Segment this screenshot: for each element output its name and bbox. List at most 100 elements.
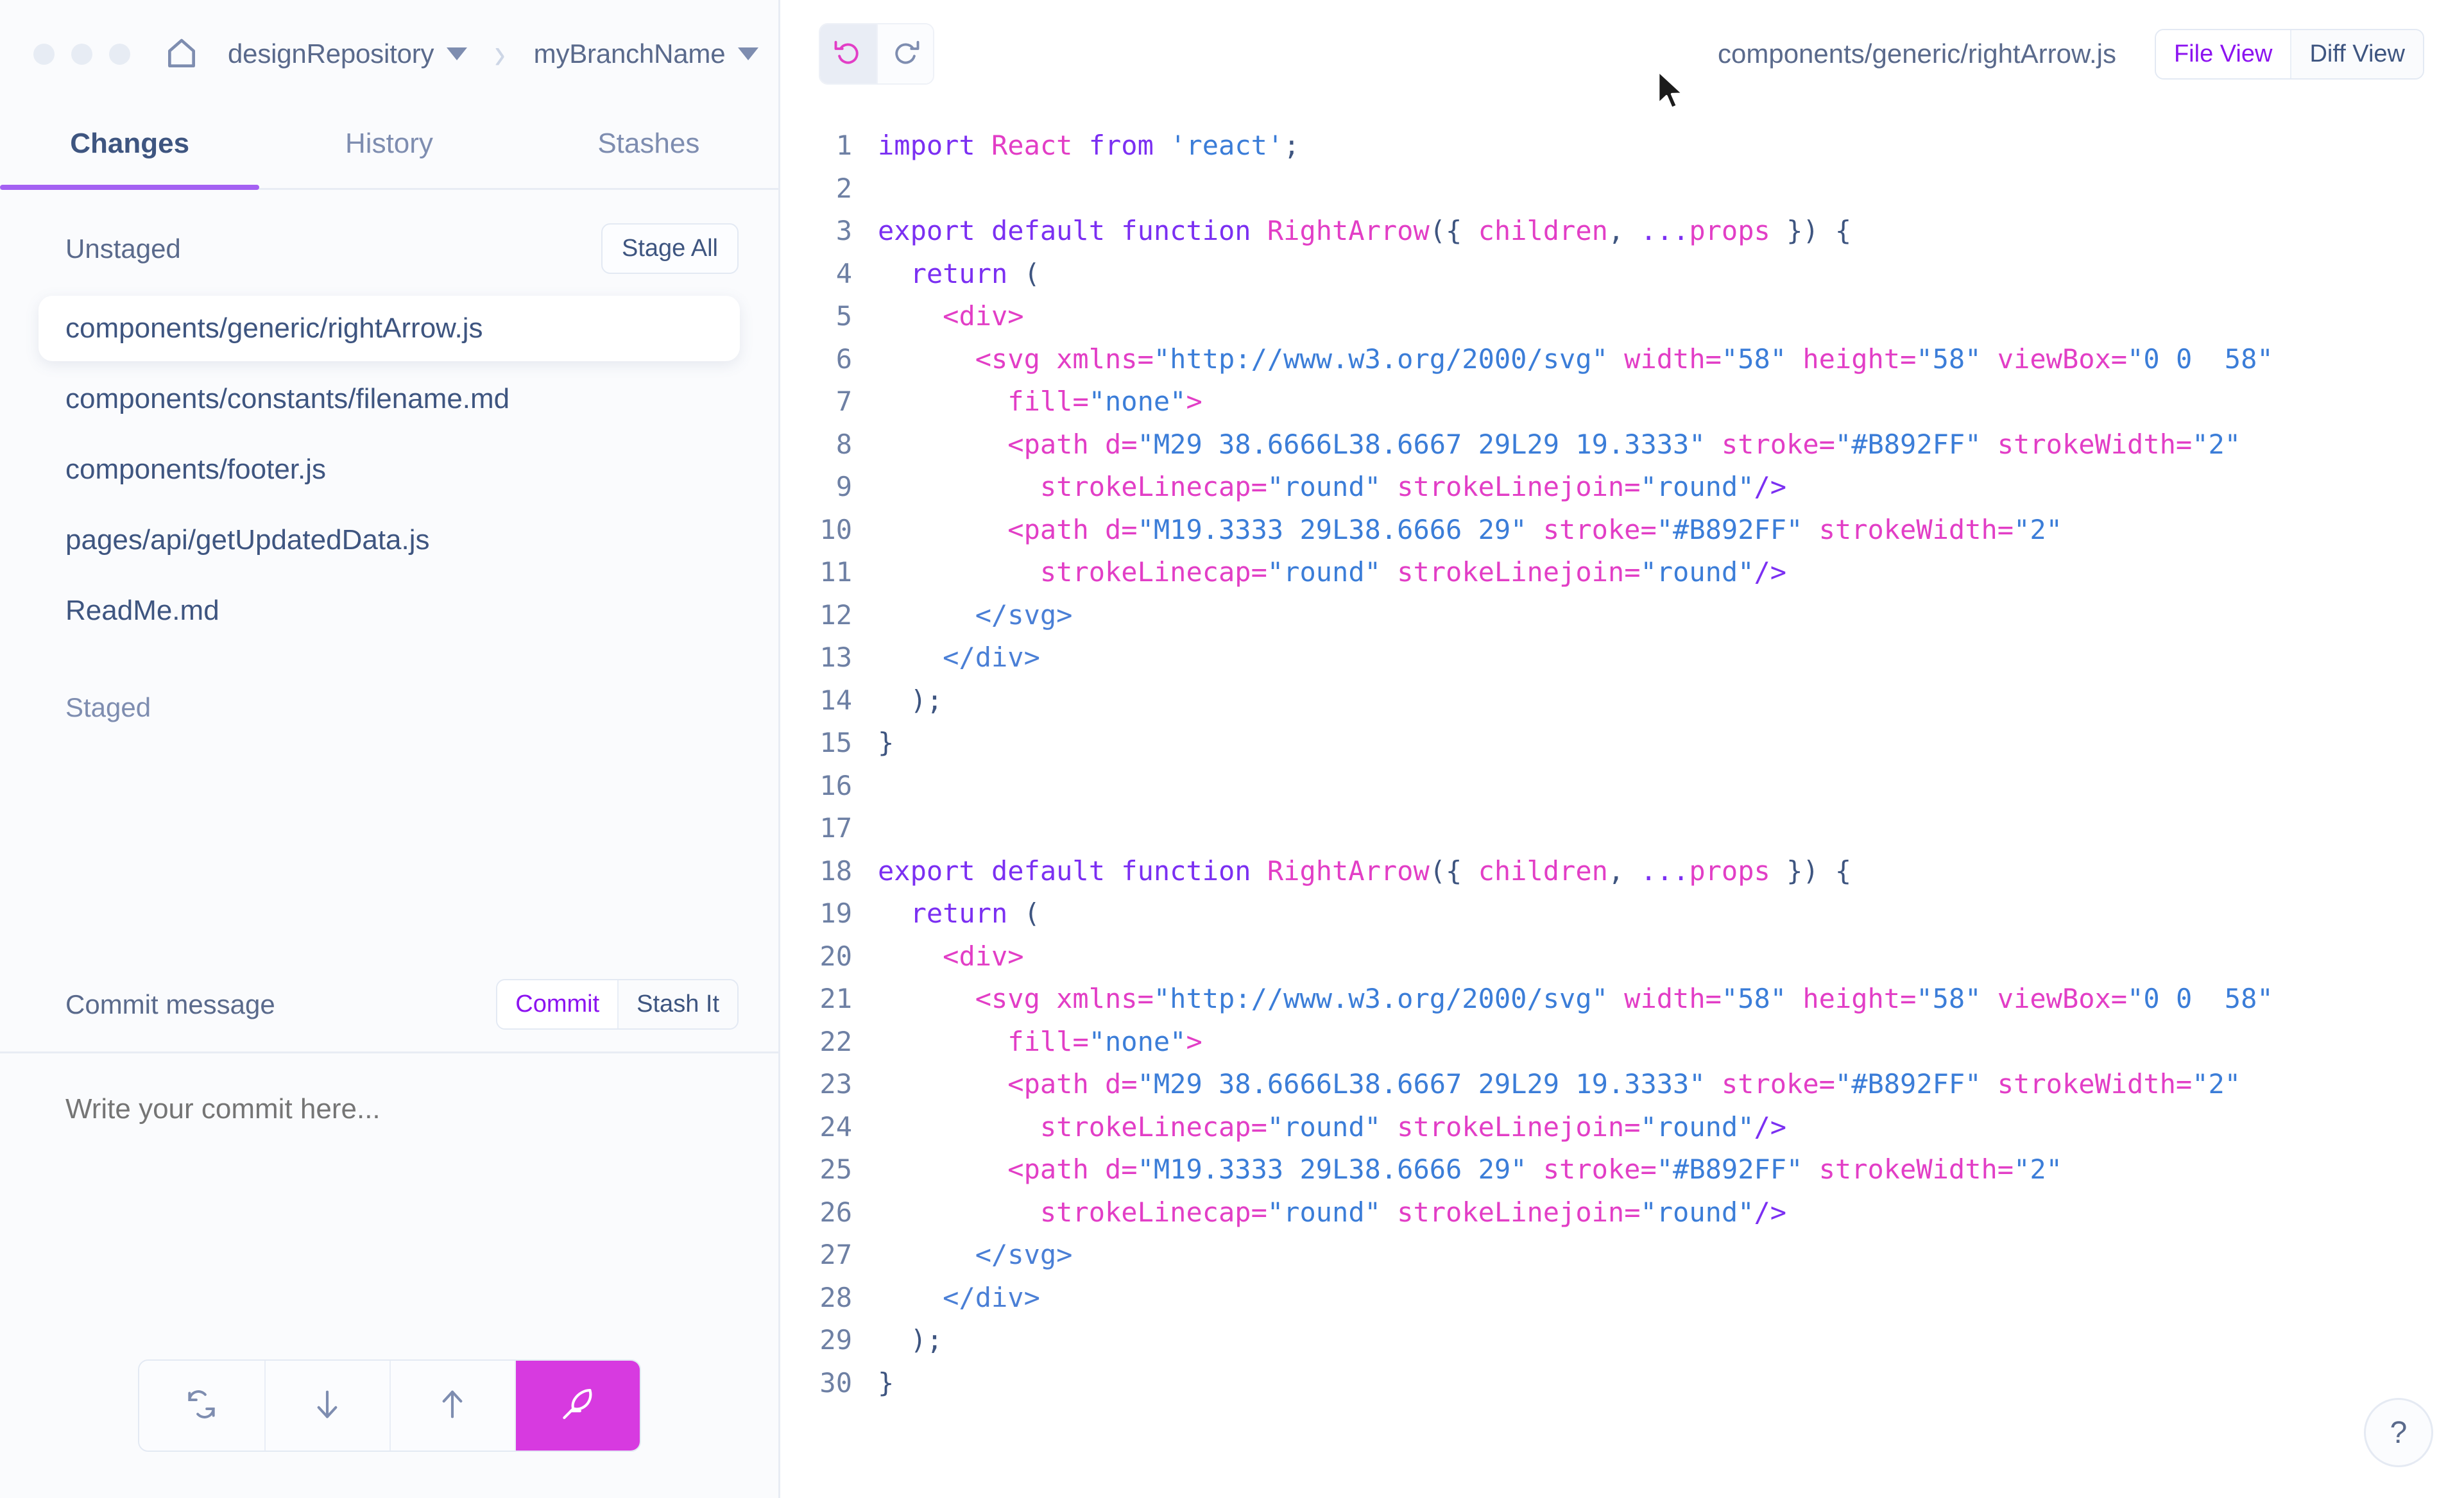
file-path-label: components/footer.js xyxy=(65,454,327,485)
code-token: strokeWidth= xyxy=(1981,428,2193,460)
push-button[interactable] xyxy=(389,1361,515,1451)
line-number: 5 xyxy=(835,300,852,332)
file-path-label: components/generic/rightArrow.js xyxy=(65,312,483,344)
code-toolbar: components/generic/rightArrow.js File Vi… xyxy=(780,0,2464,108)
commit-message-input[interactable] xyxy=(65,1093,643,1125)
title-bar: designRepository › myBranchName xyxy=(0,0,778,108)
line-number: 15 xyxy=(819,727,852,758)
sidebar-tabs: Changes History Stashes xyxy=(0,108,778,190)
undo-redo-group xyxy=(819,23,934,85)
code-line: 16 xyxy=(780,765,2464,808)
file-list-item[interactable]: components/constants/filename.md xyxy=(38,366,740,432)
code-token: "round" xyxy=(1267,556,1381,588)
code-token: "round" xyxy=(1640,1196,1754,1228)
file-list-item[interactable]: pages/api/getUpdatedData.js xyxy=(38,507,740,573)
stage-all-button[interactable]: Stage All xyxy=(601,223,739,274)
code-token: strokeWidth= xyxy=(1802,513,2014,545)
code-line: 15} xyxy=(780,722,2464,765)
commit-button[interactable]: Commit xyxy=(497,980,618,1028)
line-number: 10 xyxy=(819,513,852,545)
action-button-group xyxy=(137,1359,641,1452)
code-line-text: strokeLinecap="round" strokeLinejoin="ro… xyxy=(852,551,1786,594)
code-line-text: </div> xyxy=(852,636,1040,679)
code-line: 27 </svg> xyxy=(780,1234,2464,1277)
code-token: props xyxy=(1689,215,1770,246)
line-number: 22 xyxy=(819,1025,852,1057)
code-line: 30} xyxy=(780,1362,2464,1405)
commit-feather-button[interactable] xyxy=(514,1361,640,1451)
question-mark-icon: ? xyxy=(2390,1415,2408,1450)
code-token: "#B892FF" xyxy=(1835,428,1981,460)
code-token: width= xyxy=(1607,343,1722,375)
code-token: children xyxy=(1478,215,1608,246)
code-token: "M19.3333 29L38.6666 29" xyxy=(1137,513,1527,545)
redo-button[interactable] xyxy=(877,24,933,83)
code-token: strokeWidth= xyxy=(1981,1068,2193,1100)
code-token: > xyxy=(1186,386,1202,417)
file-list-item[interactable]: components/generic/rightArrow.js xyxy=(38,296,740,361)
close-dot[interactable] xyxy=(33,43,55,65)
file-view-button[interactable]: File View xyxy=(2155,30,2291,78)
help-button[interactable]: ? xyxy=(2364,1398,2433,1467)
undo-button[interactable] xyxy=(820,24,877,83)
file-list-item[interactable]: ReadMe.md xyxy=(38,578,740,643)
repository-selector[interactable]: designRepository xyxy=(228,38,468,69)
code-token: "0 0 58" xyxy=(2127,343,2273,375)
pull-button[interactable] xyxy=(264,1361,389,1451)
chevron-down-icon xyxy=(447,47,468,60)
code-line: 24 strokeLinecap="round" strokeLinejoin=… xyxy=(780,1106,2464,1149)
window-controls[interactable] xyxy=(33,43,130,65)
code-token: ... xyxy=(1640,215,1690,246)
code-token: "http://www.w3.org/2000/svg" xyxy=(1153,983,1608,1014)
code-token: <path d= xyxy=(1007,1153,1138,1185)
code-token: width= xyxy=(1607,983,1722,1014)
diff-view-button[interactable]: Diff View xyxy=(2290,30,2423,78)
code-token: import xyxy=(878,130,992,161)
code-token: /> xyxy=(1754,1196,1787,1228)
code-token: <div> xyxy=(943,940,1024,972)
commit-message-box xyxy=(0,1053,778,1125)
code-token: strokeLinecap= xyxy=(1040,556,1267,588)
maximize-dot[interactable] xyxy=(109,43,130,65)
line-number: 21 xyxy=(819,983,852,1014)
code-token: React xyxy=(991,130,1073,161)
code-token: "http://www.w3.org/2000/svg" xyxy=(1153,343,1608,375)
home-icon[interactable] xyxy=(164,36,200,72)
staged-title: Staged xyxy=(65,692,151,722)
code-line: 5 <div> xyxy=(780,295,2464,338)
code-token: RightArrow xyxy=(1267,215,1430,246)
redo-icon xyxy=(889,36,922,72)
tab-changes[interactable]: Changes xyxy=(0,108,260,190)
code-token: <svg xmlns= xyxy=(975,983,1154,1014)
minimize-dot[interactable] xyxy=(71,43,92,65)
code-token: strokeLinejoin= xyxy=(1380,1196,1641,1228)
code-token: "#B892FF" xyxy=(1656,513,1803,545)
code-line-text: strokeLinecap="round" strokeLinejoin="ro… xyxy=(852,466,1786,509)
code-editor[interactable]: 1 import React from 'react'; 2 3 export defa… xyxy=(780,108,2464,1498)
code-line: 13 </div> xyxy=(780,636,2464,679)
code-line: 21 <svg xmlns="http://www.w3.org/2000/sv… xyxy=(780,978,2464,1021)
branch-selector[interactable]: myBranchName xyxy=(534,38,759,69)
sync-button[interactable] xyxy=(139,1361,264,1451)
code-line-text: return ( xyxy=(852,253,1040,296)
commit-message-label: Commit message xyxy=(65,989,275,1019)
tab-stashes-label: Stashes xyxy=(597,127,700,159)
code-token: <svg xmlns= xyxy=(975,343,1154,375)
stash-it-button[interactable]: Stash It xyxy=(617,980,737,1028)
code-line: 17 xyxy=(780,807,2464,850)
code-token: "M29 38.6666L38.6667 29L29 19.3333" xyxy=(1137,428,1706,460)
file-list-item[interactable]: components/footer.js xyxy=(38,437,740,502)
tab-stashes[interactable]: Stashes xyxy=(519,108,778,188)
line-number: 14 xyxy=(819,684,852,716)
line-number: 28 xyxy=(819,1281,852,1313)
code-token: return xyxy=(910,898,1008,929)
line-number: 19 xyxy=(819,898,852,929)
git-client-window: designRepository › myBranchName Changes … xyxy=(0,0,2464,1498)
tab-history[interactable]: History xyxy=(259,108,518,188)
code-token: ); xyxy=(878,684,943,716)
